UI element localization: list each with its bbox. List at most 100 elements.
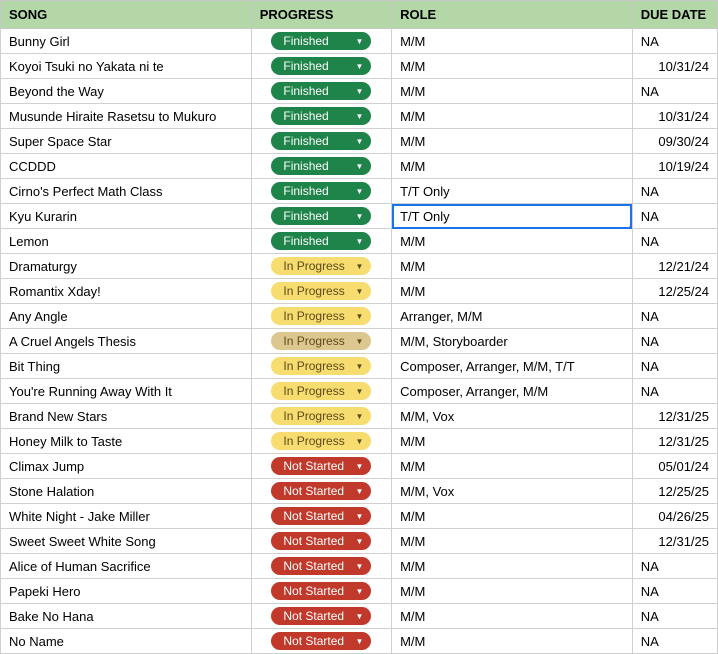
cell-progress[interactable]: In Progress▼ <box>251 329 391 354</box>
chevron-down-icon[interactable]: ▼ <box>355 462 363 471</box>
cell-due-date[interactable]: NA <box>632 354 717 379</box>
cell-role[interactable]: M/M <box>392 29 633 54</box>
chevron-down-icon[interactable]: ▼ <box>355 637 363 646</box>
cell-due-date[interactable]: NA <box>632 79 717 104</box>
progress-pill[interactable]: Finished▼ <box>271 232 371 250</box>
cell-due-date[interactable]: NA <box>632 204 717 229</box>
cell-song[interactable]: Bunny Girl <box>1 29 252 54</box>
cell-due-date[interactable]: NA <box>632 229 717 254</box>
cell-progress[interactable]: Finished▼ <box>251 29 391 54</box>
header-due[interactable]: DUE DATE <box>632 1 717 29</box>
cell-progress[interactable]: Finished▼ <box>251 229 391 254</box>
chevron-down-icon[interactable]: ▼ <box>355 312 363 321</box>
header-progress[interactable]: PROGRESS <box>251 1 391 29</box>
cell-role[interactable]: M/M <box>392 54 633 79</box>
cell-due-date[interactable]: 12/25/24 <box>632 279 717 304</box>
cell-due-date[interactable]: 12/31/25 <box>632 429 717 454</box>
cell-progress[interactable]: In Progress▼ <box>251 304 391 329</box>
chevron-down-icon[interactable]: ▼ <box>355 162 363 171</box>
progress-pill[interactable]: In Progress▼ <box>271 407 371 425</box>
progress-pill[interactable]: In Progress▼ <box>271 257 371 275</box>
progress-pill[interactable]: In Progress▼ <box>271 432 371 450</box>
progress-pill[interactable]: Not Started▼ <box>271 557 371 575</box>
cell-role[interactable]: Composer, Arranger, M/M, T/T <box>392 354 633 379</box>
chevron-down-icon[interactable]: ▼ <box>355 187 363 196</box>
progress-pill[interactable]: Not Started▼ <box>271 632 371 650</box>
cell-due-date[interactable]: NA <box>632 329 717 354</box>
cell-song[interactable]: Stone Halation <box>1 479 252 504</box>
cell-due-date[interactable]: 10/31/24 <box>632 104 717 129</box>
progress-pill[interactable]: Not Started▼ <box>271 507 371 525</box>
chevron-down-icon[interactable]: ▼ <box>355 237 363 246</box>
cell-role[interactable]: M/M <box>392 279 633 304</box>
progress-pill[interactable]: In Progress▼ <box>271 307 371 325</box>
progress-pill[interactable]: In Progress▼ <box>271 282 371 300</box>
progress-pill[interactable]: Finished▼ <box>271 107 371 125</box>
chevron-down-icon[interactable]: ▼ <box>355 337 363 346</box>
cell-song[interactable]: No Name <box>1 629 252 654</box>
progress-pill[interactable]: Finished▼ <box>271 132 371 150</box>
progress-pill[interactable]: Finished▼ <box>271 32 371 50</box>
cell-role[interactable]: M/M <box>392 229 633 254</box>
cell-due-date[interactable]: NA <box>632 629 717 654</box>
cell-progress[interactable]: Not Started▼ <box>251 529 391 554</box>
progress-pill[interactable]: In Progress▼ <box>271 332 371 350</box>
cell-song[interactable]: Climax Jump <box>1 454 252 479</box>
cell-song[interactable]: CCDDD <box>1 154 252 179</box>
progress-pill[interactable]: Not Started▼ <box>271 457 371 475</box>
cell-due-date[interactable]: 05/01/24 <box>632 454 717 479</box>
cell-due-date[interactable]: 12/25/25 <box>632 479 717 504</box>
cell-role[interactable]: M/M <box>392 604 633 629</box>
progress-pill[interactable]: Not Started▼ <box>271 532 371 550</box>
cell-song[interactable]: Sweet Sweet White Song <box>1 529 252 554</box>
progress-pill[interactable]: Finished▼ <box>271 57 371 75</box>
progress-pill[interactable]: Finished▼ <box>271 207 371 225</box>
cell-due-date[interactable]: NA <box>632 579 717 604</box>
cell-role[interactable]: M/M, Storyboarder <box>392 329 633 354</box>
cell-song[interactable]: Alice of Human Sacrifice <box>1 554 252 579</box>
cell-progress[interactable]: Not Started▼ <box>251 604 391 629</box>
progress-pill[interactable]: Not Started▼ <box>271 482 371 500</box>
cell-progress[interactable]: In Progress▼ <box>251 429 391 454</box>
cell-song[interactable]: Any Angle <box>1 304 252 329</box>
cell-song[interactable]: A Cruel Angels Thesis <box>1 329 252 354</box>
chevron-down-icon[interactable]: ▼ <box>355 537 363 546</box>
progress-pill[interactable]: In Progress▼ <box>271 382 371 400</box>
chevron-down-icon[interactable]: ▼ <box>355 287 363 296</box>
cell-progress[interactable]: Finished▼ <box>251 204 391 229</box>
cell-progress[interactable]: Not Started▼ <box>251 454 391 479</box>
cell-song[interactable]: You're Running Away With It <box>1 379 252 404</box>
cell-progress[interactable]: Finished▼ <box>251 54 391 79</box>
cell-role[interactable]: M/M <box>392 129 633 154</box>
cell-progress[interactable]: In Progress▼ <box>251 254 391 279</box>
cell-song[interactable]: Lemon <box>1 229 252 254</box>
cell-role[interactable]: M/M <box>392 79 633 104</box>
cell-song[interactable]: Honey Milk to Taste <box>1 429 252 454</box>
cell-progress[interactable]: In Progress▼ <box>251 404 391 429</box>
cell-song[interactable]: Koyoi Tsuki no Yakata ni te <box>1 54 252 79</box>
cell-progress[interactable]: Not Started▼ <box>251 504 391 529</box>
progress-pill[interactable]: Finished▼ <box>271 82 371 100</box>
chevron-down-icon[interactable]: ▼ <box>355 137 363 146</box>
cell-song[interactable]: Brand New Stars <box>1 404 252 429</box>
cell-role[interactable]: M/M, Vox <box>392 404 633 429</box>
chevron-down-icon[interactable]: ▼ <box>355 112 363 121</box>
cell-progress[interactable]: In Progress▼ <box>251 354 391 379</box>
chevron-down-icon[interactable]: ▼ <box>355 62 363 71</box>
cell-progress[interactable]: Finished▼ <box>251 104 391 129</box>
cell-role[interactable]: M/M <box>392 429 633 454</box>
cell-role[interactable]: M/M <box>392 254 633 279</box>
cell-due-date[interactable]: NA <box>632 29 717 54</box>
chevron-down-icon[interactable]: ▼ <box>355 437 363 446</box>
cell-progress[interactable]: Finished▼ <box>251 79 391 104</box>
cell-song[interactable]: Cirno's Perfect Math Class <box>1 179 252 204</box>
chevron-down-icon[interactable]: ▼ <box>355 387 363 396</box>
cell-due-date[interactable]: NA <box>632 604 717 629</box>
cell-song[interactable]: Musunde Hiraite Rasetsu to Mukuro <box>1 104 252 129</box>
cell-progress[interactable]: Finished▼ <box>251 129 391 154</box>
cell-due-date[interactable]: NA <box>632 554 717 579</box>
progress-pill[interactable]: Finished▼ <box>271 157 371 175</box>
cell-due-date[interactable]: 12/31/25 <box>632 529 717 554</box>
cell-progress[interactable]: Not Started▼ <box>251 579 391 604</box>
cell-due-date[interactable]: 09/30/24 <box>632 129 717 154</box>
